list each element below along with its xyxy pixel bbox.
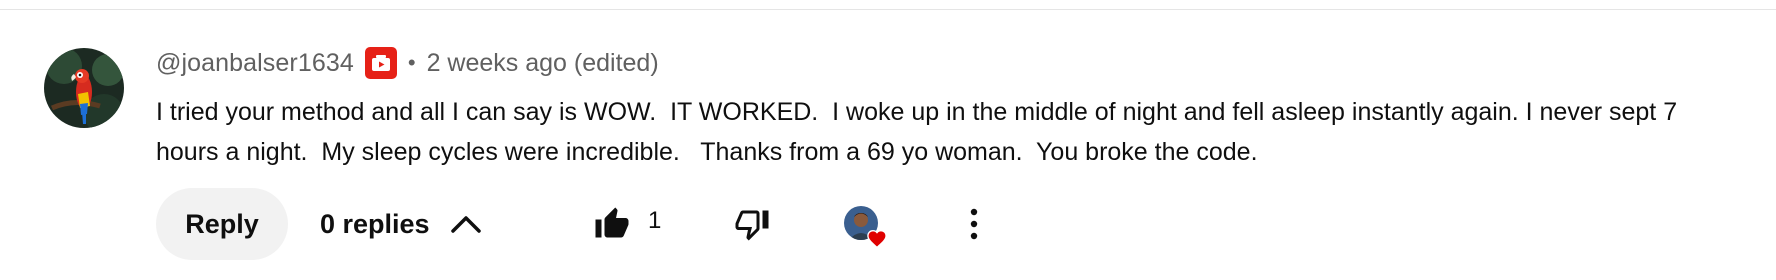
more-actions-button[interactable] — [958, 200, 990, 248]
chevron-up-icon — [450, 214, 482, 234]
heart-icon — [866, 228, 888, 253]
author-handle[interactable]: @joanbalser1634 — [156, 49, 354, 78]
creator-heart[interactable] — [842, 204, 892, 254]
comment-header: @joanbalser1634 • 2 weeks ago (edited) — [156, 46, 659, 80]
like-count: 1 — [648, 207, 662, 234]
thumbs-down-icon — [735, 210, 769, 241]
author-avatar[interactable] — [44, 48, 124, 128]
top-divider — [0, 9, 1776, 10]
thumbs-up-icon — [595, 207, 629, 238]
meta-separator: • — [407, 50, 416, 75]
parrot-avatar-icon — [44, 48, 124, 128]
comment-timestamp[interactable]: 2 weeks ago (edited) — [427, 49, 659, 78]
more-vert-icon — [970, 208, 978, 240]
replies-count-label: 0 replies — [320, 208, 430, 239]
like-button[interactable] — [588, 200, 636, 248]
dislike-button[interactable] — [728, 200, 776, 248]
comment-text: I tried your method and all I can say is… — [156, 98, 1685, 166]
replies-toggle[interactable]: 0 replies — [320, 188, 482, 260]
member-badge-icon — [364, 47, 397, 79]
reply-button[interactable]: Reply — [156, 188, 288, 260]
